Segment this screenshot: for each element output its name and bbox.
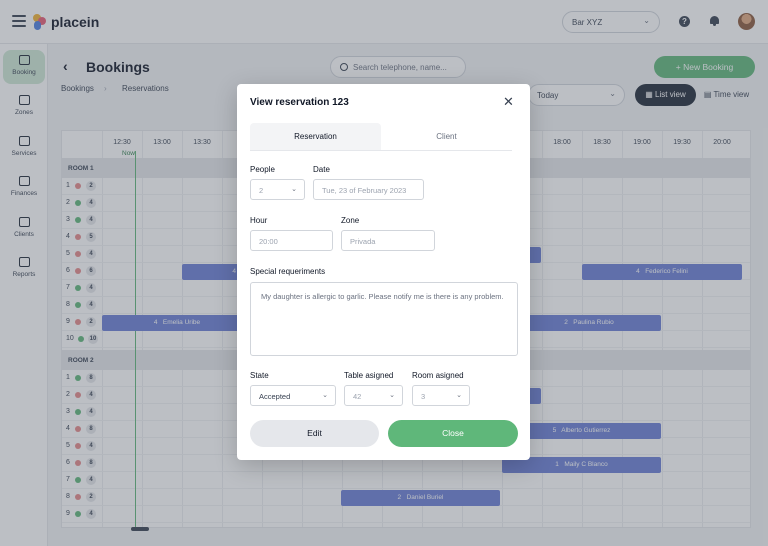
room-assigned-label: Room asigned — [412, 371, 464, 380]
chevron-down-icon: ⌄ — [322, 392, 328, 399]
chevron-down-icon: ⌄ — [456, 392, 462, 399]
modal-tabs: Reservation Client — [250, 123, 512, 151]
table-assigned-select[interactable]: 42 ⌄ — [344, 385, 403, 406]
special-requirements-label: Special requeriments — [250, 267, 326, 276]
tab-client[interactable]: Client — [381, 123, 512, 150]
date-value: Tue, 23 of February 2023 — [322, 186, 407, 195]
zone-label: Zone — [341, 216, 360, 225]
zone-field[interactable]: Privada — [341, 230, 435, 251]
room-assigned-value: 3 — [421, 392, 426, 401]
table-assigned-value: 42 — [353, 392, 362, 401]
hour-label: Hour — [250, 216, 268, 225]
modal-title: View reservation 123 — [250, 97, 349, 108]
room-assigned-select[interactable]: 3 ⌄ — [412, 385, 470, 406]
people-select[interactable]: 2 ⌄ — [250, 179, 305, 200]
special-requirements-textarea[interactable]: My daughter is allergic to garlic. Pleas… — [250, 282, 518, 356]
state-label: State — [250, 371, 269, 380]
state-value: Accepted — [259, 392, 291, 401]
special-requirements-value: My daughter is allergic to garlic. Pleas… — [261, 292, 504, 301]
tab-reservation[interactable]: Reservation — [250, 123, 381, 150]
edit-button[interactable]: Edit — [250, 420, 379, 447]
table-assigned-label: Table asigned — [344, 371, 394, 380]
chevron-down-icon: ⌄ — [291, 186, 297, 193]
reservation-modal: View reservation 123 ✕ Reservation Clien… — [237, 84, 530, 460]
state-select[interactable]: Accepted ⌄ — [250, 385, 336, 406]
hour-value: 20:00 — [259, 237, 278, 246]
zone-value: Privada — [350, 237, 376, 246]
chevron-down-icon: ⌄ — [389, 392, 395, 399]
people-label: People — [250, 165, 275, 174]
close-button[interactable]: Close — [388, 420, 518, 447]
close-icon[interactable]: ✕ — [503, 94, 514, 110]
date-label: Date — [313, 165, 330, 174]
people-value: 2 — [259, 186, 264, 195]
hour-field[interactable]: 20:00 — [250, 230, 333, 251]
date-field[interactable]: Tue, 23 of February 2023 — [313, 179, 424, 200]
